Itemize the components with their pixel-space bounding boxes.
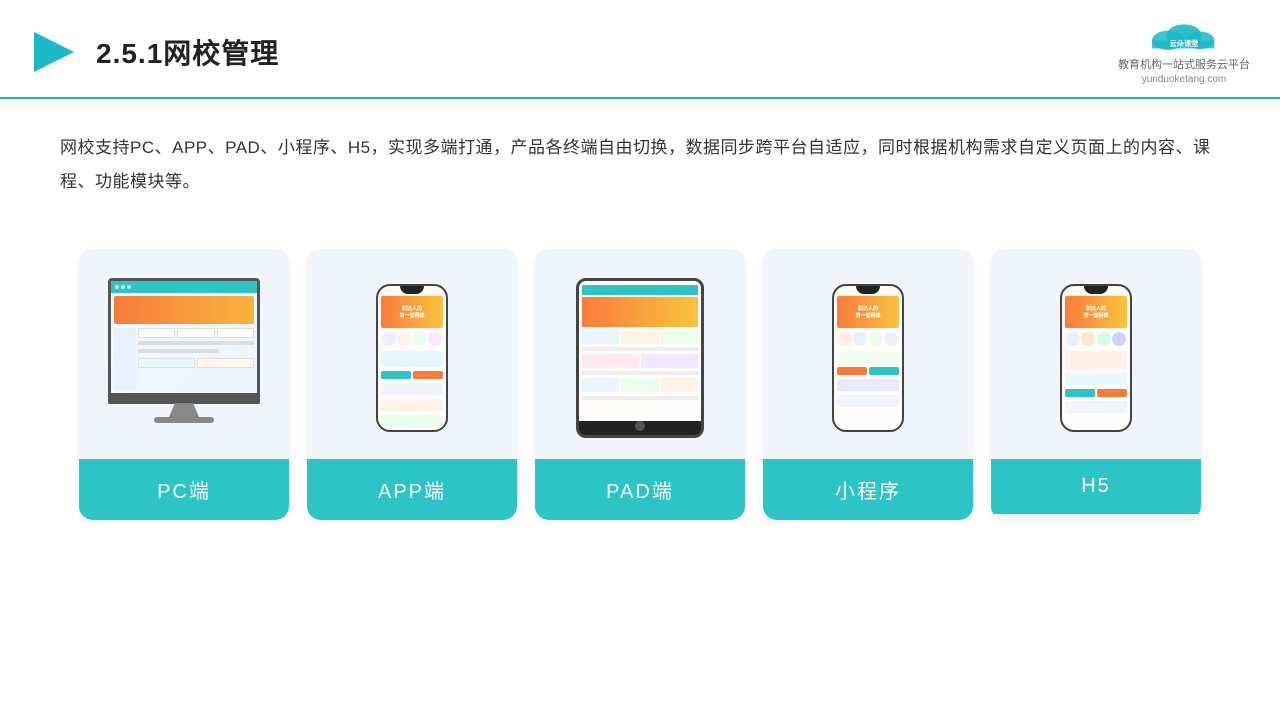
card-app: 职达人的第一堂网课: [307, 249, 517, 520]
card-h5-image: 职达人的第一堂网课: [991, 249, 1201, 459]
card-pad-label: PAD端: [535, 459, 745, 520]
monitor-mockup: [104, 278, 264, 438]
logo-icon: 云朵课堂: [1144, 18, 1224, 54]
card-h5: 职达人的第一堂网课: [991, 249, 1201, 520]
card-miniapp: 职达人的第一堂网课: [763, 249, 973, 520]
logo-tagline: 教育机构一站式服务云平台: [1118, 56, 1250, 72]
card-pc: PC端: [79, 249, 289, 520]
tablet-mockup: [576, 278, 704, 438]
description-text: 网校支持PC、APP、PAD、小程序、H5，实现多端打通，产品各终端自由切换，数…: [0, 99, 1280, 209]
card-app-image: 职达人的第一堂网课: [307, 249, 517, 459]
card-miniapp-image: 职达人的第一堂网课: [763, 249, 973, 459]
header-left: 2.5.1网校管理: [30, 28, 279, 76]
card-pc-image: [79, 249, 289, 459]
logo-area: 云朵课堂 教育机构一站式服务云平台 yunduoketang.com: [1118, 18, 1250, 85]
card-pad-image: [535, 249, 745, 459]
card-app-label: APP端: [307, 459, 517, 520]
phone-mockup-miniapp: 职达人的第一堂网课: [832, 284, 904, 432]
phone-mockup-h5: 职达人的第一堂网课: [1060, 284, 1132, 432]
card-h5-label: H5: [991, 459, 1201, 514]
card-pc-label: PC端: [79, 459, 289, 520]
card-pad: PAD端: [535, 249, 745, 520]
page-title: 2.5.1网校管理: [96, 32, 279, 72]
svg-text:云朵课堂: 云朵课堂: [1170, 39, 1199, 48]
play-icon: [30, 28, 78, 76]
logo-url: yunduoketang.com: [1142, 74, 1227, 85]
page-header: 2.5.1网校管理 云朵课堂 教育机构一站式服务云平台 yunduoketang…: [0, 0, 1280, 99]
phone-mockup-app: 职达人的第一堂网课: [376, 284, 448, 432]
cards-container: PC端 职达人的第一堂网课: [0, 219, 1280, 540]
card-miniapp-label: 小程序: [763, 459, 973, 520]
